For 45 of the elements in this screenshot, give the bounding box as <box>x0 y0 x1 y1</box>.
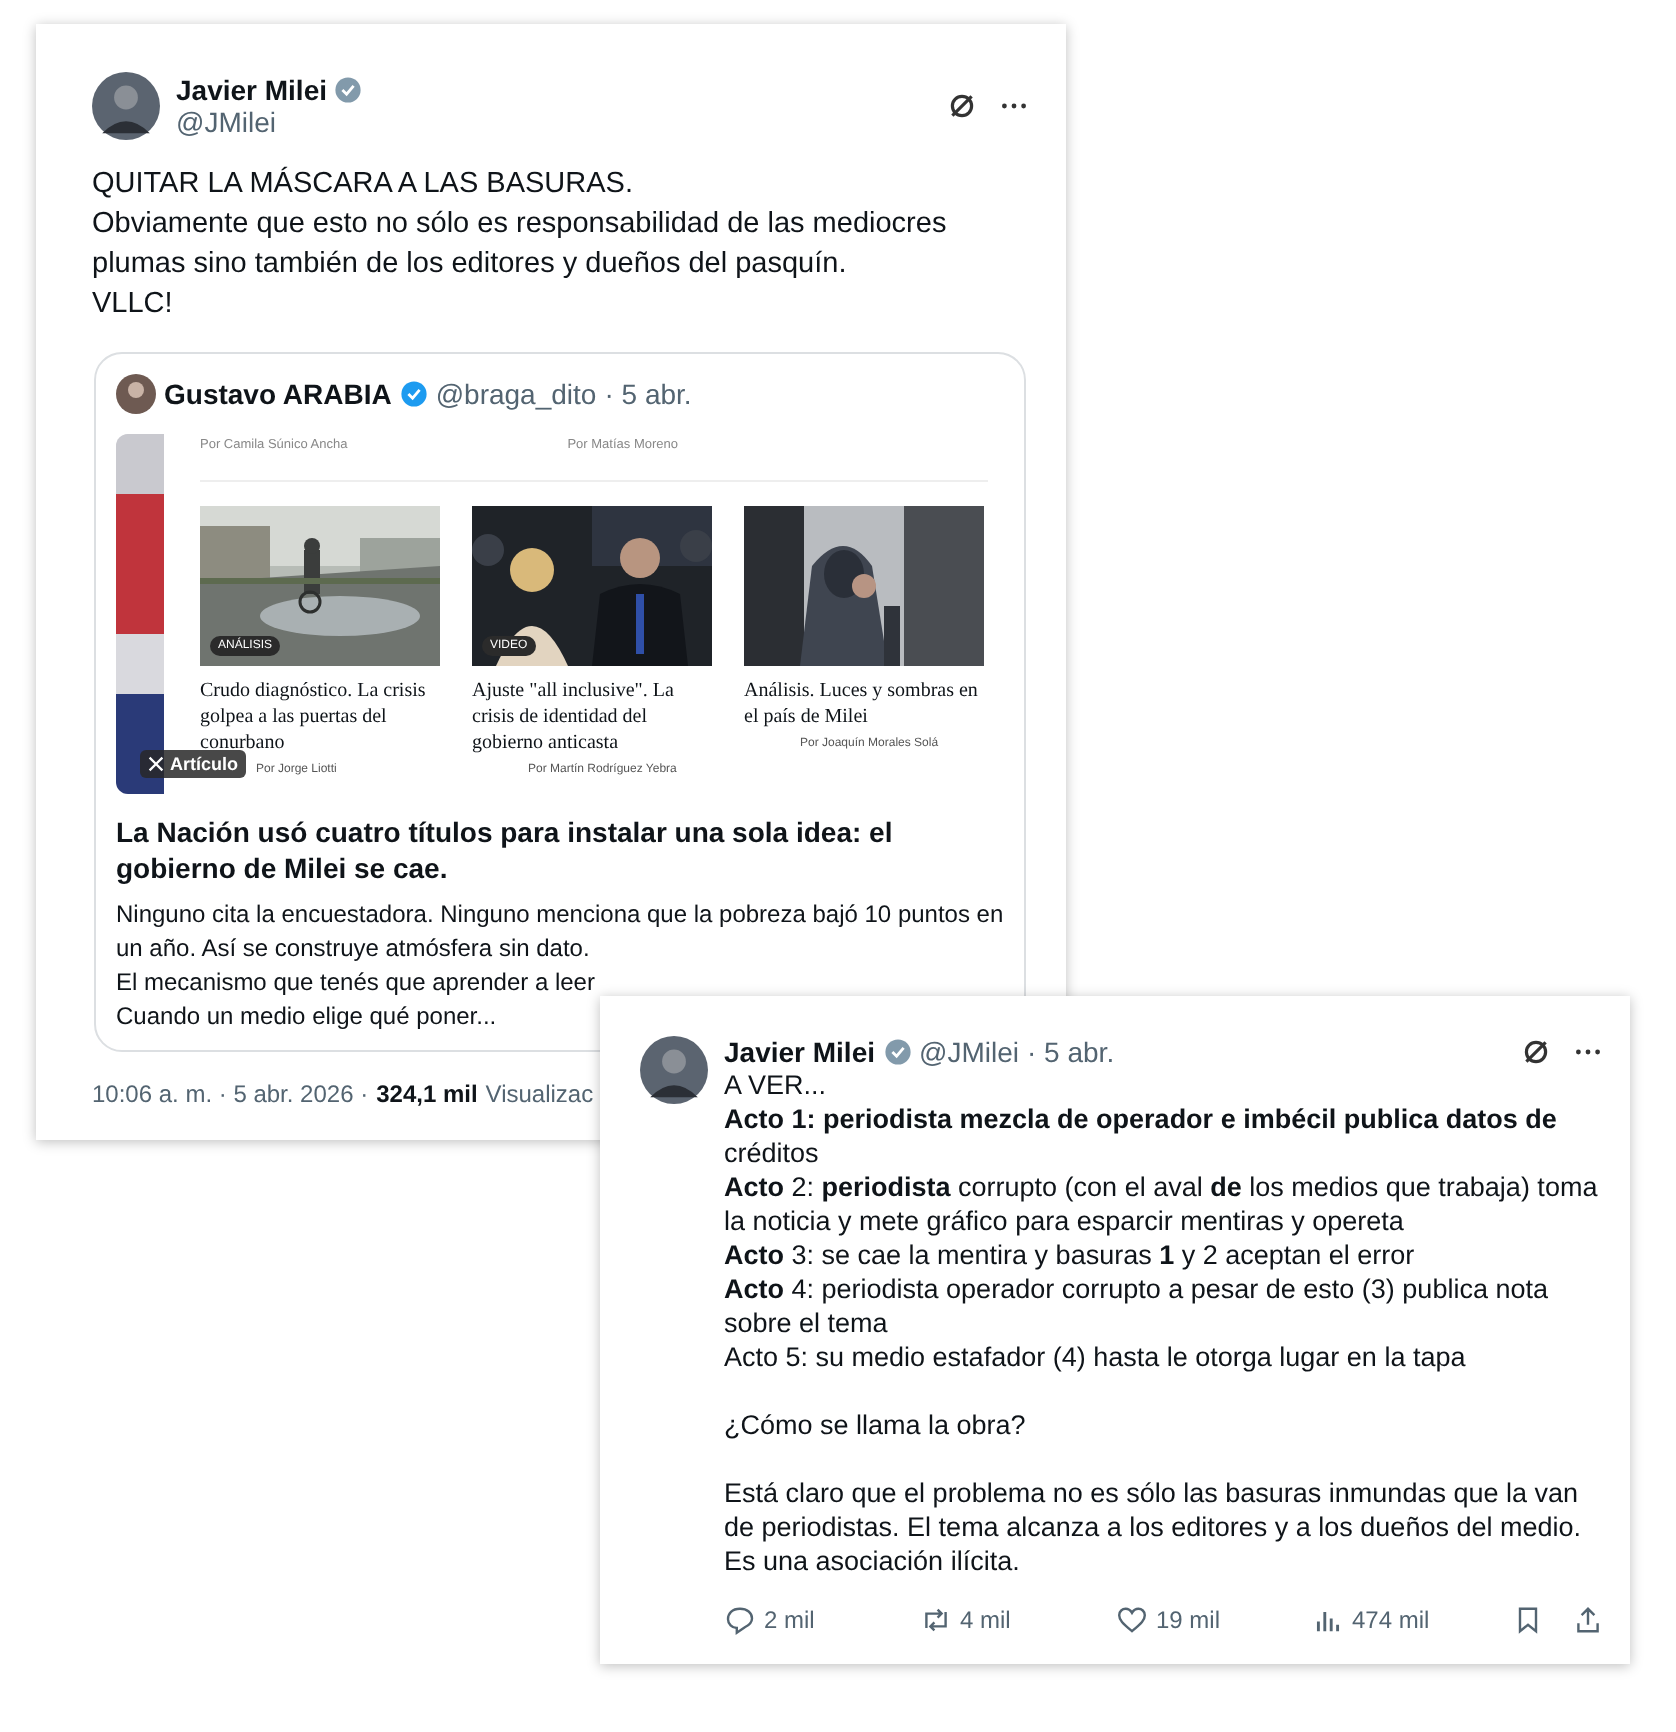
heart-icon <box>1116 1604 1148 1636</box>
story-headline[interactable]: Ajuste "all inclusive". La crisis de identidad del gobierno anticasta <box>472 678 712 756</box>
view-count: 324,1 mil <box>376 1080 478 1108</box>
verified-icon <box>333 76 361 104</box>
views-button[interactable]: 474 mil <box>1312 1604 1508 1636</box>
repost-button[interactable]: 4 mil <box>920 1604 1116 1636</box>
article-excerpt: El mecanismo que tenés que aprender a leer <box>116 966 595 1000</box>
slashed-circle-icon[interactable] <box>1520 1036 1552 1068</box>
like-button[interactable]: 19 mil <box>1116 1604 1312 1636</box>
slashed-circle-icon[interactable] <box>946 90 978 122</box>
tweet-text: Acto 5: su medio estafador (4) hasta le otorga lugar en la tapa <box>724 1340 1468 1374</box>
avatar-icon[interactable] <box>92 72 160 140</box>
tweet-text: Obviamente que esto no sólo es responsabilidad de las mediocres plumas sino también de los editores y dueños del pasquín. <box>92 206 949 284</box>
author-handle[interactable]: @JMilei <box>919 1036 1019 1068</box>
article-excerpt: Cuando un medio elige qué poner... <box>116 1000 497 1034</box>
tweet-text: QUITAR LA MÁSCARA A LAS BASURAS. <box>92 164 635 204</box>
x-logo-icon <box>148 756 164 772</box>
verified-icon <box>883 1038 911 1066</box>
article-title[interactable]: La Nación usó cuatro títulos para instalar una sola idea: el gobierno de Milei se cae. <box>116 814 1004 886</box>
post-timestamp[interactable]: 10:06 a. m. · 5 abr. 2026 · <box>92 1080 369 1108</box>
story-headline[interactable]: Análisis. Luces y sombras en el país de Milei <box>744 678 984 730</box>
reply-button[interactable]: 2 mil <box>724 1604 920 1636</box>
author-name[interactable]: Javier Milei <box>724 1036 875 1068</box>
share-icon[interactable] <box>1572 1604 1604 1636</box>
tweet-text: A VER... <box>724 1068 829 1102</box>
views-label: Visualizac <box>485 1080 594 1108</box>
post-date: · 5 abr. <box>1027 1036 1115 1068</box>
author-name[interactable]: Javier Milei <box>176 74 327 106</box>
author-name[interactable]: Gustavo ARABIA <box>164 378 392 410</box>
tweet-text: Acto 4: periodista operador corrupto a pesar de esto (3) publica nota sobre el tema <box>724 1272 1550 1340</box>
post-date: · 5 abr. <box>604 378 692 410</box>
author-handle[interactable]: @braga_dito <box>435 378 597 410</box>
speech-bubble-icon <box>724 1604 756 1636</box>
tweet-text: Está claro que el problema no es sólo las basuras inmundas que la van de periodistas. El tema alcanza a los editores y a los dueños del medio. Es una asociación ilícita. <box>724 1476 1583 1578</box>
tweet-text: Acto 3: se cae la mentira y basuras 1 y 2 aceptan el error <box>724 1238 1417 1272</box>
tweet-text: ¿Cómo se llama la obra? <box>724 1408 1028 1442</box>
verified-icon <box>399 380 428 408</box>
avatar-icon[interactable] <box>116 374 156 414</box>
avatar-icon[interactable] <box>640 1036 708 1104</box>
story-headline[interactable]: Crudo diagnóstico. La crisis golpea a las puertas del conurbano <box>200 678 440 756</box>
tweet-text: VLLC! <box>92 286 175 324</box>
badge-label: Artículo <box>170 754 239 774</box>
repost-icon <box>920 1604 952 1636</box>
author-handle[interactable]: @JMilei <box>176 106 361 138</box>
article-excerpt: Ninguno cita la encuestadora. Ninguno menciona que la pobreza bajó 10 puntos en un año. Así se construye atmósfera sin dato. <box>116 898 1004 966</box>
